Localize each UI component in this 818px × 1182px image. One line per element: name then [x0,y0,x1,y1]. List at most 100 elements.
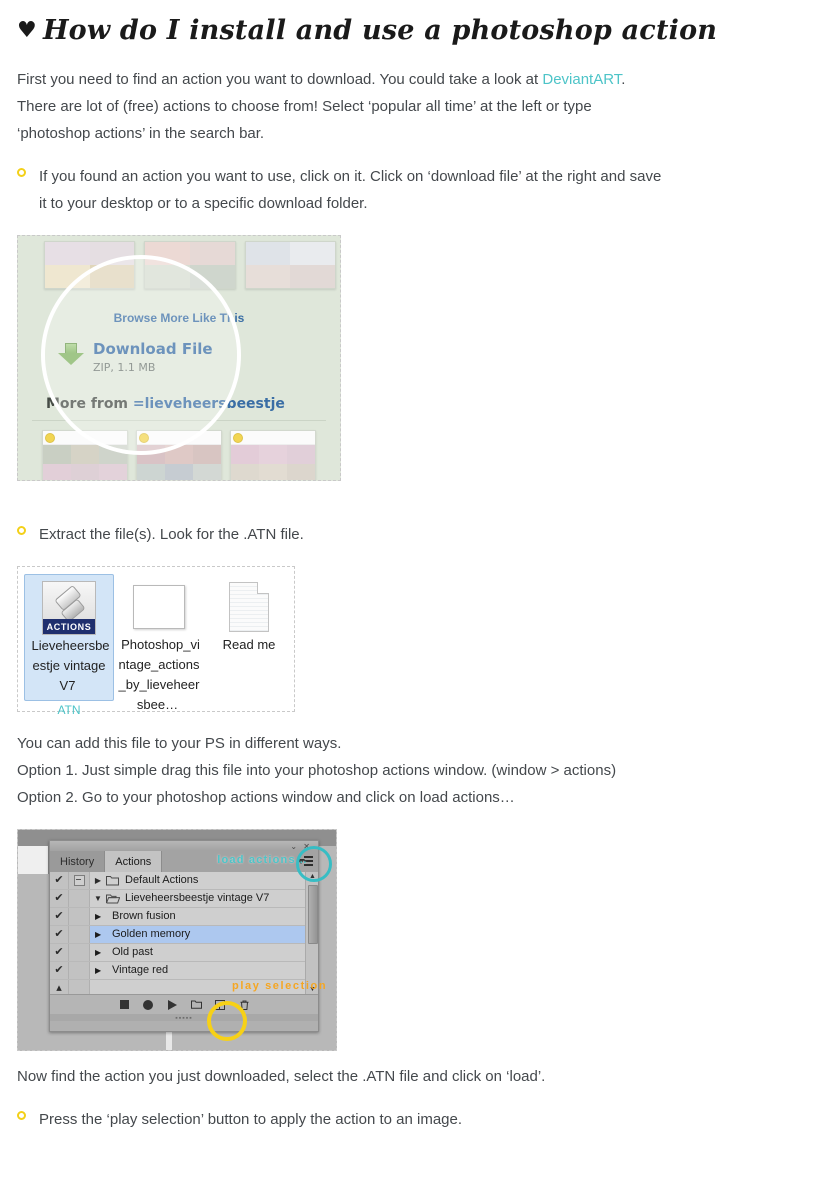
row-toggle-box[interactable] [69,890,90,907]
row-check-icon[interactable]: ✔ [50,926,69,943]
thumbnail-card [42,430,128,480]
bullet-marker-icon [17,1111,26,1120]
row-toggle-box[interactable] [69,872,90,889]
list-item: If you found an action you want to use, … [17,163,669,217]
list-item: Extract the file(s). Look for the .ATN f… [17,521,669,548]
highlight-circle-play [207,1001,247,1041]
file-item-image[interactable]: Photoshop_vintage_actions_by_lieveheersb… [114,574,204,712]
deviantart-top-thumbnails [18,236,340,289]
badge-dot-icon [139,432,149,443]
photoshop-document-edge [18,846,49,874]
stop-icon[interactable] [119,999,130,1010]
actions-file-icon: ACTIONS [27,580,111,636]
deviantart-link[interactable]: DeviantART [542,71,621,88]
row-label: ▶ Vintage red [90,962,318,979]
new-set-icon[interactable] [190,999,202,1010]
thumbnail-card [244,241,336,289]
row-toggle-box[interactable] [69,908,90,925]
row-check-icon[interactable]: ✔ [50,872,69,889]
more-from-label: More from [46,396,133,412]
resize-grip-icon[interactable]: ▪▪▪▪▪ [175,1015,192,1022]
options-intro: You can add this file to your PS in diff… [17,735,342,752]
article-page: ♥ How do I install and use a photoshop ac… [0,0,818,1133]
row-toggle-box[interactable] [69,926,90,943]
file-item-atn[interactable]: ACTIONS Lieveheersbeestje vintage V7 ATN [24,574,114,717]
annotation-load-actions: load actions… [217,854,308,866]
table-row[interactable]: ✔ ▶ Vintage red [50,962,318,980]
row-twisty-icon[interactable]: ▶ [95,926,101,943]
download-file-meta: ZIP, 1.1 MB [93,361,156,374]
deviantart-bottom-thumbnails [18,421,340,480]
row-label: ▶ Old past [90,944,318,961]
file-item-readme[interactable]: Read me [204,574,294,711]
row-twisty-icon[interactable]: ▶ [95,908,101,925]
panel-footer: ▪▪▪▪▪ [50,1014,318,1022]
scrollbar-thumb[interactable] [308,885,318,944]
badge-dot-icon [45,432,55,443]
table-row[interactable]: ✔ ▶ Golden memory [50,926,318,944]
intro-text-before: First you need to find an action you wan… [17,71,543,88]
file-name-label: Lieveheersbeestje vintage V7 [31,638,110,693]
row-toggle-box[interactable] [69,980,90,994]
actions-badge-label: ACTIONS [43,619,95,634]
file-type-label: ATN [57,703,81,717]
page-title-text: How do I install and use a photoshop act… [42,15,718,46]
bullet-list-1: If you found an action you want to use, … [17,163,818,217]
folder-closed-icon [106,875,121,886]
more-from-user-link[interactable]: =lieveheersbeestje [133,396,285,412]
row-twisty-icon[interactable]: ▶ [95,962,101,979]
table-row[interactable]: ✔ ▶ Brown fusion [50,908,318,926]
row-label: ▶ Brown fusion [90,908,318,925]
actions-toolbar [50,994,318,1014]
page-title: ♥ How do I install and use a photoshop ac… [17,14,818,48]
option-1: Option 1. Just simple drag this file int… [17,762,617,779]
panel-grip[interactable]: ⌄ ✕ [50,841,318,851]
tab-history[interactable]: History [50,851,106,872]
bullet-list-3: Press the ‘play selection’ button to app… [17,1106,818,1133]
annotation-play-selection: play selection [232,980,328,992]
download-file-row[interactable]: Download File ZIP, 1.1 MB [58,341,340,374]
bullet-list-2: Extract the file(s). Look for the .ATN f… [17,521,818,548]
photoshop-actions-screenshot: ⌄ ✕ History Actions ✔ ▶ Default Actions [17,829,337,1051]
row-check-icon[interactable]: ✔ [50,908,69,925]
row-check-icon[interactable]: ✔ [50,944,69,961]
file-name-label: Photoshop_vintage_actions_by_lieveheersb… [118,637,200,712]
image-file-icon [116,579,202,635]
table-row[interactable]: ✔ ▶ Old past [50,944,318,962]
row-toggle-box[interactable] [69,962,90,979]
bullet-marker-icon [17,168,26,177]
option-2: Option 2. Go to your photoshop actions w… [17,789,515,806]
row-label: Lieveheersbeestje vintage V7 [125,892,270,904]
record-icon[interactable] [143,999,154,1010]
file-name-label: Read me [222,637,276,652]
play-icon[interactable] [167,999,178,1010]
browse-more-link[interactable]: Browse More Like This [18,311,340,325]
row-twisty-icon[interactable]: ▼ [90,894,106,903]
heart-icon: ♥ [17,18,37,43]
row-twisty-icon[interactable]: ▶ [90,876,106,885]
row-twisty-icon[interactable]: ▶ [95,944,101,961]
row-check-icon[interactable]: ▴ [50,980,69,994]
text-document-icon [206,579,292,635]
row-check-icon[interactable]: ✔ [50,890,69,907]
closing-paragraph: Now find the action you just downloaded,… [17,1068,546,1085]
thumbnail-card [136,430,222,480]
download-file-label[interactable]: Download File [93,341,213,358]
thumbnail-card [144,241,236,289]
thumbnail-card [44,241,136,289]
folder-open-icon [106,893,121,904]
more-from-row: More from =lieveheersbeestje [46,396,340,412]
list-item-label: Press the ‘play selection’ button to app… [39,1111,463,1128]
row-toggle-box[interactable] [69,944,90,961]
table-row[interactable]: ✔ ▶ Default Actions [50,872,318,890]
list-item: Press the ‘play selection’ button to app… [17,1106,669,1133]
list-item-label: If you found an action you want to use, … [39,168,662,212]
row-check-icon[interactable]: ✔ [50,962,69,979]
highlight-circle-menu [296,846,332,882]
panel-scrollbar[interactable]: ▲ ▼ [305,872,318,994]
actions-list: ✔ ▶ Default Actions ✔ ▼ Lieveheersbeestj… [50,872,318,994]
table-row[interactable]: ✔ ▼ Lieveheersbeestje vintage V7 [50,890,318,908]
thumbnail-card [230,430,316,480]
row-label: Default Actions [125,874,199,886]
tab-actions[interactable]: Actions [105,851,163,872]
